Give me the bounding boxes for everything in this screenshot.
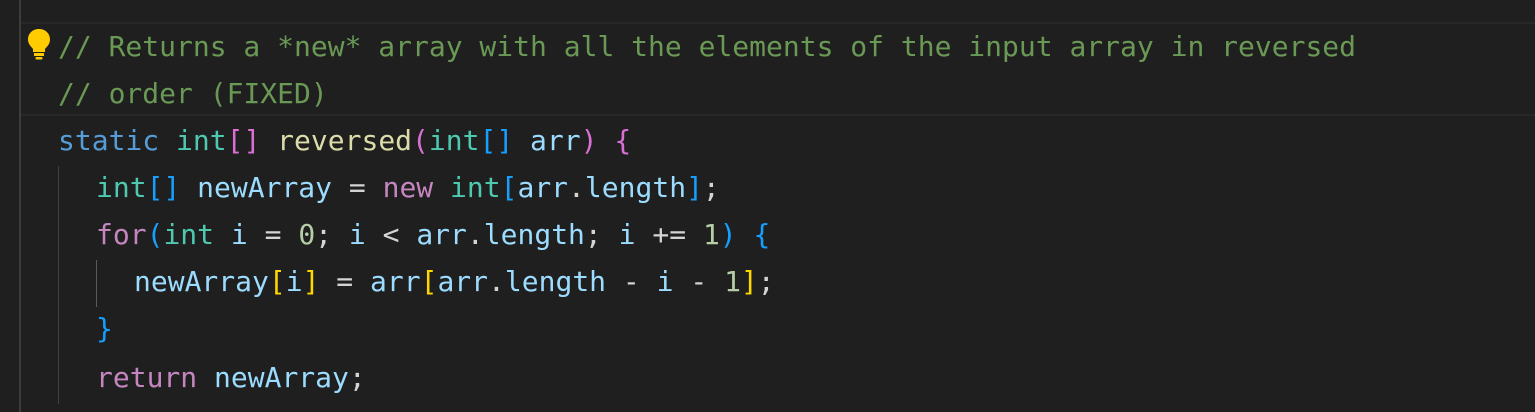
param-name: arr [530, 124, 581, 157]
semicolon: ; [348, 361, 366, 394]
type-int: int [163, 218, 215, 251]
code-line-7[interactable]: } [96, 305, 113, 352]
bracket-close: ] [686, 171, 703, 204]
code-line-8[interactable]: return newArray; [96, 354, 366, 401]
variable-name: arr [416, 218, 467, 251]
keyword-static: static [58, 124, 160, 157]
bracket-open: [ [500, 171, 518, 204]
comment: // order (FIXED) [58, 77, 328, 110]
operator: += [635, 218, 703, 251]
variable-name: i [285, 265, 303, 298]
property-length: length [584, 171, 687, 204]
semicolon: ; [315, 218, 349, 251]
variable-name: i [618, 218, 636, 251]
type-int: int [450, 171, 501, 204]
variable-name: i [348, 218, 366, 251]
semicolon: ; [757, 265, 775, 298]
variable-name: newArray [197, 171, 333, 204]
bracket-open: [ [420, 265, 438, 298]
variable-name: arr [517, 171, 569, 204]
keyword-for: for [96, 218, 147, 251]
operator: < [365, 218, 417, 251]
dot: . [466, 218, 484, 251]
keyword-return: return [96, 361, 198, 394]
brace-open: { [614, 124, 632, 157]
operator: = [332, 171, 383, 204]
code-line-5[interactable]: for(int i = 0; i < arr.length; i += 1) { [96, 211, 770, 258]
bracket-close: ] [302, 265, 320, 298]
number: 1 [702, 218, 720, 251]
dot: . [488, 265, 505, 298]
operator: - [606, 265, 657, 298]
code-line-4[interactable]: int[] newArray = new int[arr.length]; [96, 164, 720, 211]
variable-name: newArray [214, 361, 349, 394]
bracket-close: ] [740, 265, 758, 298]
indent-guide [96, 260, 97, 307]
code-line-2[interactable]: // order (FIXED) [58, 70, 328, 117]
number: 1 [724, 265, 741, 298]
bracket: [] [146, 171, 181, 204]
paren-close: ) [719, 218, 737, 251]
operator: - [673, 265, 725, 298]
bracket-open: [ [268, 265, 286, 298]
variable-name: arr [437, 265, 489, 298]
method-name: reversed [277, 124, 413, 157]
keyword-new: new [382, 171, 434, 204]
type-int: int [428, 124, 480, 157]
variable-name: i [656, 265, 674, 298]
paren-open: ( [146, 218, 164, 251]
bracket: [] [479, 124, 514, 157]
comment: // Returns a *new* array with all the el… [58, 30, 1357, 63]
brace-open: { [753, 218, 771, 251]
property-length: length [504, 265, 607, 298]
paren-close: ) [580, 124, 598, 157]
semicolon: ; [702, 171, 720, 204]
bracket: [] [226, 124, 261, 157]
lightbulb-icon[interactable] [26, 27, 52, 61]
operator: = [247, 218, 299, 251]
type-int: int [176, 124, 227, 157]
property-length: length [483, 218, 585, 251]
dot: . [568, 171, 585, 204]
number: 0 [298, 218, 316, 251]
paren-open: ( [412, 124, 429, 157]
brace-close: } [96, 312, 113, 345]
variable-name: newArray [134, 265, 269, 298]
code-line-6[interactable]: newArray[i] = arr[arr.length - i - 1]; [134, 258, 775, 305]
indent-guide [58, 166, 59, 404]
code-editor[interactable]: // Returns a *new* array with all the el… [0, 0, 1535, 412]
semicolon: ; [584, 218, 619, 251]
code-line-3[interactable]: static int[] reversed(int[] arr) { [58, 117, 631, 164]
code-line-1[interactable]: // Returns a *new* array with all the el… [58, 23, 1356, 70]
variable-name: i [230, 218, 248, 251]
operator: = [319, 265, 371, 298]
type-int: int [96, 171, 147, 204]
variable-name: arr [370, 265, 421, 298]
